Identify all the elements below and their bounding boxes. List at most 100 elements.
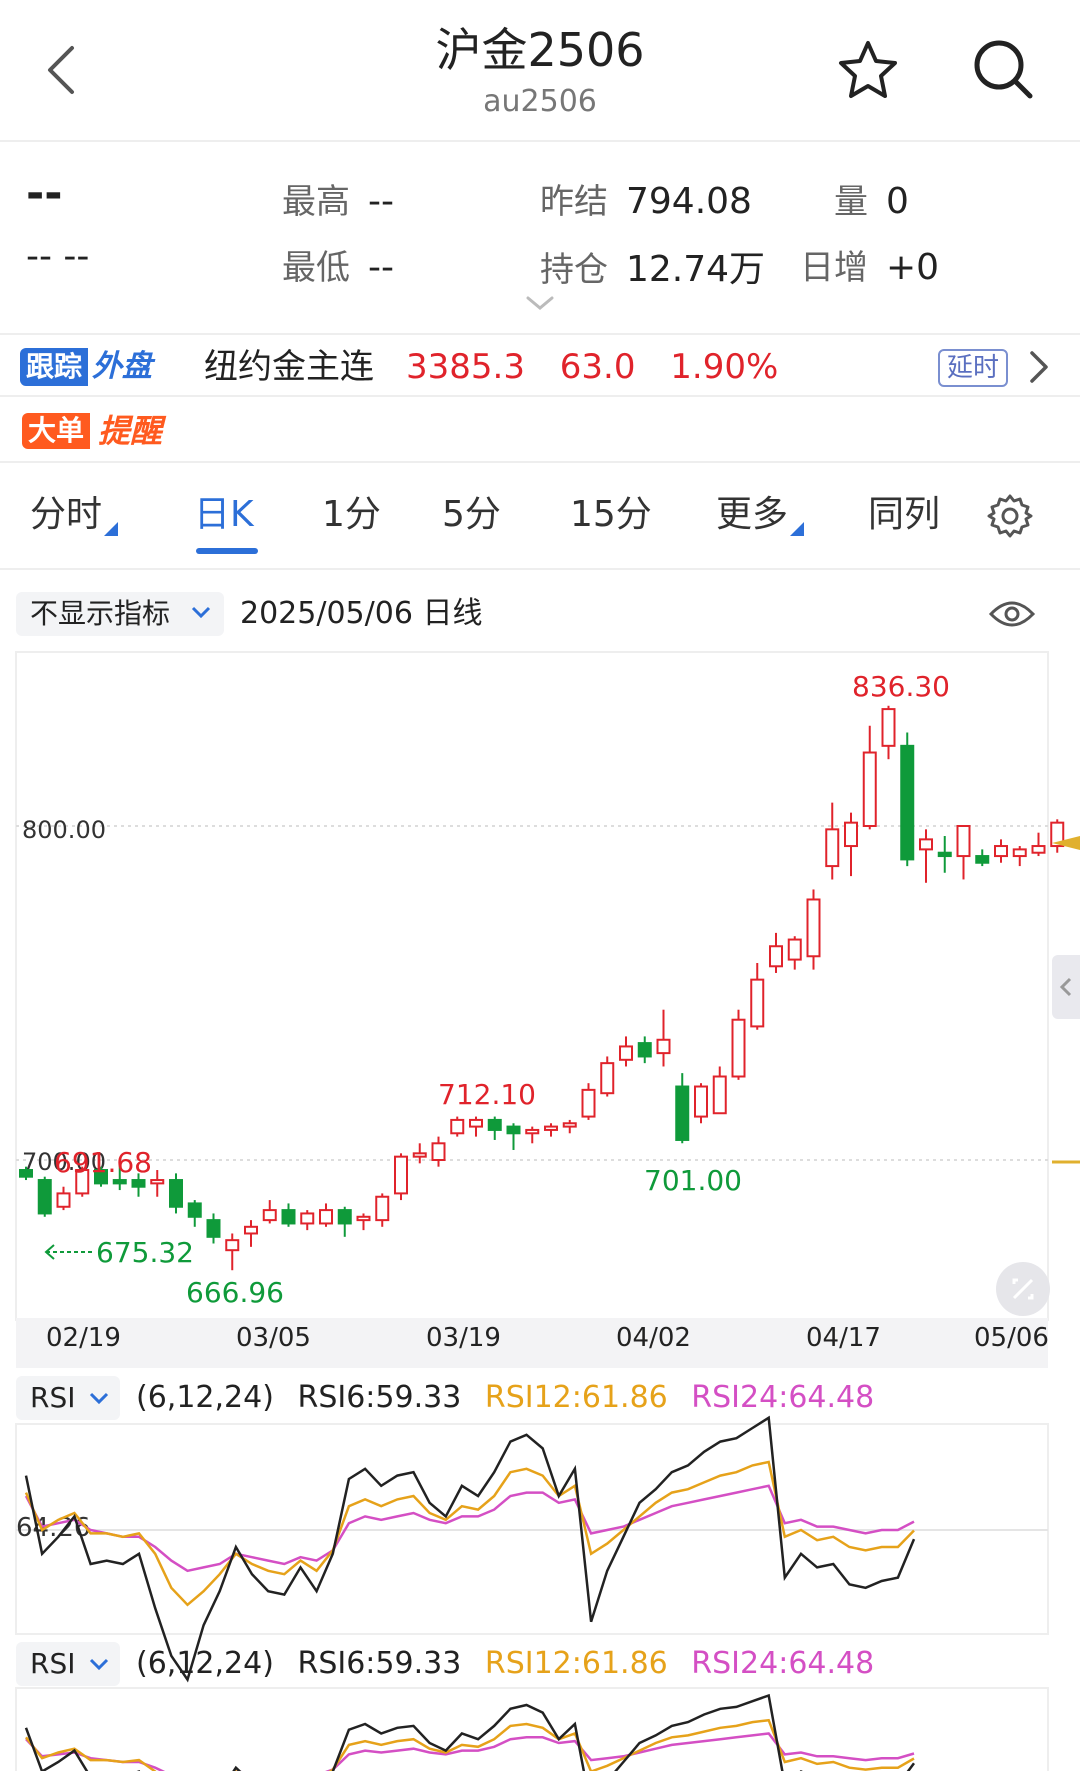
- candlestick-chart[interactable]: 800.00 700.00 836.30712.10691.68701.0066…: [0, 0, 1080, 1771]
- candle-body: [469, 1118, 483, 1128]
- candle-body: [919, 838, 933, 851]
- candle: [862, 725, 877, 830]
- candle: [56, 1186, 71, 1211]
- rsi-params: (6,12,24): [136, 1380, 274, 1415]
- candle: [994, 839, 1008, 863]
- candle: [581, 1083, 596, 1120]
- x-tick-label: 02/19: [46, 1323, 121, 1353]
- price-annotation: 701.00: [644, 1164, 742, 1197]
- candle: [787, 936, 802, 970]
- rsi12-value: RSI12:61.86: [484, 1646, 668, 1681]
- candle-body: [712, 1075, 727, 1115]
- candle-body: [225, 1239, 240, 1252]
- candle: [825, 802, 840, 880]
- candle: [262, 1200, 277, 1224]
- candle: [544, 1123, 558, 1137]
- candle: [394, 1153, 408, 1201]
- chevron-down-icon: [89, 1658, 109, 1671]
- candle-body: [694, 1085, 708, 1118]
- x-tick-label: 03/19: [426, 1323, 501, 1353]
- candle: [375, 1193, 390, 1227]
- rsi6-line: [24, 1693, 916, 1771]
- candle-body: [787, 938, 802, 961]
- rsi6-value: RSI6:59.33: [297, 1380, 462, 1415]
- rsi6-line: [24, 1415, 916, 1683]
- x-tick-label: 03/05: [236, 1323, 311, 1353]
- candle: [37, 1176, 52, 1217]
- candle-body: [281, 1209, 296, 1225]
- rsi-header-2: RSI (6,12,24) RSI6:59.33 RSI12:61.86 RSI…: [16, 1642, 1056, 1686]
- candle: [431, 1136, 446, 1167]
- candles: [19, 705, 1065, 1271]
- candle-body: [619, 1045, 633, 1061]
- candle: [1050, 819, 1065, 853]
- candle-body: [581, 1088, 596, 1118]
- candle: [525, 1126, 540, 1144]
- candle-body: [750, 978, 765, 1028]
- candle-body: [1031, 845, 1046, 854]
- candle-body: [19, 1169, 33, 1178]
- candle-body: [769, 945, 783, 968]
- candle-body: [319, 1209, 333, 1225]
- rsi12-value: RSI12:61.86: [484, 1380, 668, 1415]
- candle: [319, 1203, 333, 1227]
- candle: [1031, 832, 1046, 857]
- candle-body: [244, 1225, 258, 1235]
- candle: [975, 849, 990, 867]
- candle: [150, 1170, 165, 1197]
- candle-body: [881, 708, 896, 747]
- candle-body: [37, 1179, 52, 1215]
- candle: [450, 1116, 465, 1137]
- candle-body: [731, 1018, 746, 1078]
- chart-annotations: 836.30 712.10 691.68 701.00 666.96 675.32: [44, 670, 950, 1309]
- candle-body: [337, 1209, 352, 1225]
- price-annotation: 691.68: [54, 1146, 152, 1179]
- candle: [675, 1073, 690, 1144]
- candle-body: [356, 1215, 371, 1222]
- candle-body: [600, 1062, 615, 1095]
- candle-body: [844, 821, 858, 848]
- candle-body: [187, 1202, 202, 1218]
- expand-icon: [1012, 1278, 1034, 1300]
- candle-body: [431, 1142, 446, 1162]
- rsi-indicator-select[interactable]: RSI: [16, 1642, 120, 1686]
- candle: [937, 836, 952, 873]
- candle-body: [56, 1192, 71, 1208]
- chevron-left-icon: [1059, 977, 1072, 997]
- candle-body: [937, 851, 952, 858]
- candle: [337, 1206, 352, 1237]
- candle-body: [262, 1209, 277, 1222]
- candle: [900, 732, 915, 867]
- candle: [487, 1116, 502, 1140]
- candle: [225, 1233, 240, 1271]
- candle: [750, 962, 765, 1030]
- candle: [356, 1213, 371, 1231]
- rsi-select-label: RSI: [30, 1381, 76, 1414]
- candle: [712, 1066, 727, 1115]
- rsi-indicator-select[interactable]: RSI: [16, 1376, 120, 1420]
- candle: [731, 1009, 746, 1080]
- candle-body: [656, 1038, 671, 1055]
- candle: [956, 825, 971, 880]
- rsi-values: (6,12,24) RSI6:59.33 RSI12:61.86 RSI24:6…: [136, 1642, 888, 1686]
- candle-body: [637, 1042, 652, 1058]
- candle: [919, 829, 933, 883]
- candle: [244, 1220, 258, 1247]
- fullscreen-button[interactable]: [996, 1262, 1050, 1316]
- candle-body: [300, 1212, 315, 1225]
- candle-body: [506, 1125, 521, 1135]
- candle: [1012, 846, 1027, 867]
- candle-body: [206, 1219, 221, 1238]
- rsi6-value: RSI6:59.33: [297, 1646, 462, 1681]
- side-panel-toggle[interactable]: [1052, 955, 1080, 1019]
- candle-body: [675, 1085, 690, 1141]
- candle-body: [900, 744, 915, 861]
- candle-body: [806, 898, 821, 958]
- candle-body: [375, 1195, 390, 1222]
- candle-body: [112, 1179, 127, 1185]
- chevron-down-icon: [89, 1392, 109, 1405]
- x-tick-label: 05/06: [974, 1323, 1049, 1353]
- candle: [694, 1083, 708, 1124]
- x-tick-label: 04/02: [616, 1323, 691, 1353]
- candle-body: [394, 1155, 408, 1195]
